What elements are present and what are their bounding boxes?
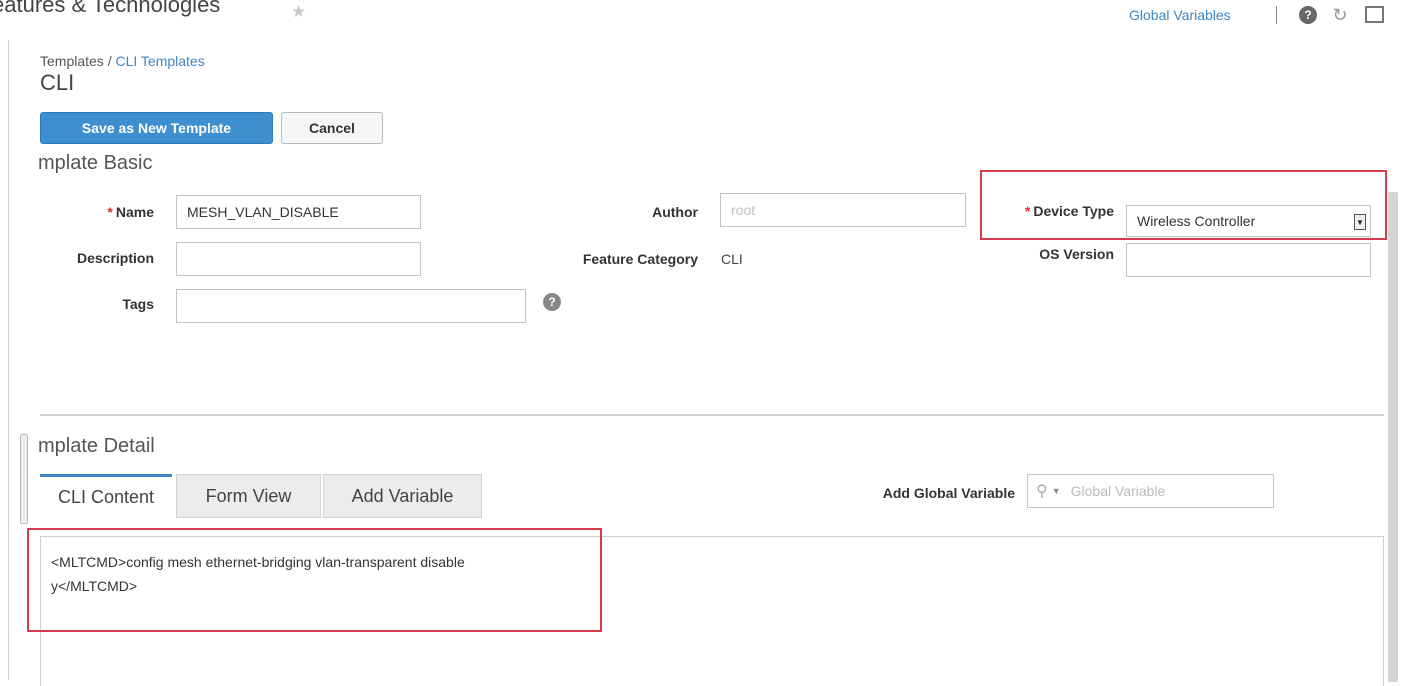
- breadcrumb: Templates / CLI Templates: [40, 53, 205, 69]
- chevron-down-icon[interactable]: ▼: [1354, 214, 1366, 230]
- name-label: * Name: [60, 204, 154, 220]
- template-basic-heading: mplate Basic: [38, 152, 153, 174]
- save-as-new-template-button[interactable]: Save as New Template: [40, 112, 273, 144]
- os-version-label: OS Version: [1039, 246, 1114, 262]
- device-type-label: * Device Type: [990, 203, 1114, 219]
- device-type-select[interactable]: Wireless Controller ▼: [1126, 205, 1371, 237]
- section-divider: [40, 414, 1384, 416]
- template-detail-heading: mplate Detail: [38, 435, 155, 457]
- breadcrumb-root[interactable]: Templates /: [40, 53, 115, 69]
- search-icon: ⚲: [1036, 483, 1048, 500]
- page-subtitle: CLI: [40, 70, 75, 95]
- name-field[interactable]: MESH_VLAN_DISABLE: [176, 195, 421, 229]
- required-marker: *: [107, 204, 113, 220]
- left-panel-border: [8, 40, 9, 680]
- global-variables-link[interactable]: Global Variables: [1129, 7, 1231, 23]
- add-global-variable-label: Add Global Variable: [882, 485, 1015, 501]
- vertical-scrollbar[interactable]: [1388, 192, 1398, 682]
- feature-category-label: Feature Category: [582, 251, 698, 267]
- tags-label: Tags: [122, 296, 154, 312]
- caret-down-icon[interactable]: ▼: [1052, 486, 1061, 496]
- author-label: Author: [652, 204, 698, 220]
- page-title: eatures & Technologies: [0, 0, 221, 17]
- author-field[interactable]: root: [720, 193, 966, 227]
- feature-category-value: CLI: [721, 251, 743, 267]
- os-version-field[interactable]: [1126, 243, 1371, 277]
- description-label: Description: [76, 250, 154, 266]
- header-separator: [1276, 6, 1277, 24]
- description-field[interactable]: [176, 242, 421, 276]
- resize-grip-handle[interactable]: [20, 434, 28, 524]
- cancel-button[interactable]: Cancel: [281, 112, 383, 144]
- cli-content-highlight-box: [27, 528, 602, 632]
- tags-help-icon[interactable]: ?: [543, 293, 561, 311]
- global-variable-search-input[interactable]: ⚲ ▼ Global Variable: [1027, 474, 1274, 508]
- star-icon[interactable]: ★: [291, 2, 306, 22]
- tab-cli-content[interactable]: CLI Content: [40, 474, 172, 518]
- refresh-icon[interactable]: ↻: [1331, 5, 1349, 25]
- tab-add-variable[interactable]: Add Variable: [323, 474, 482, 518]
- name-label-text: Name: [115, 204, 154, 220]
- device-type-value: Wireless Controller: [1137, 213, 1256, 229]
- breadcrumb-current[interactable]: CLI Templates: [115, 53, 204, 69]
- maximize-icon[interactable]: [1365, 6, 1384, 23]
- global-variable-placeholder: Global Variable: [1070, 483, 1166, 499]
- tab-form-view[interactable]: Form View: [176, 474, 321, 518]
- help-icon[interactable]: ?: [1299, 6, 1317, 24]
- required-marker: *: [1024, 203, 1031, 219]
- device-type-label-text: Device Type: [1033, 203, 1114, 219]
- tags-field[interactable]: [176, 289, 526, 323]
